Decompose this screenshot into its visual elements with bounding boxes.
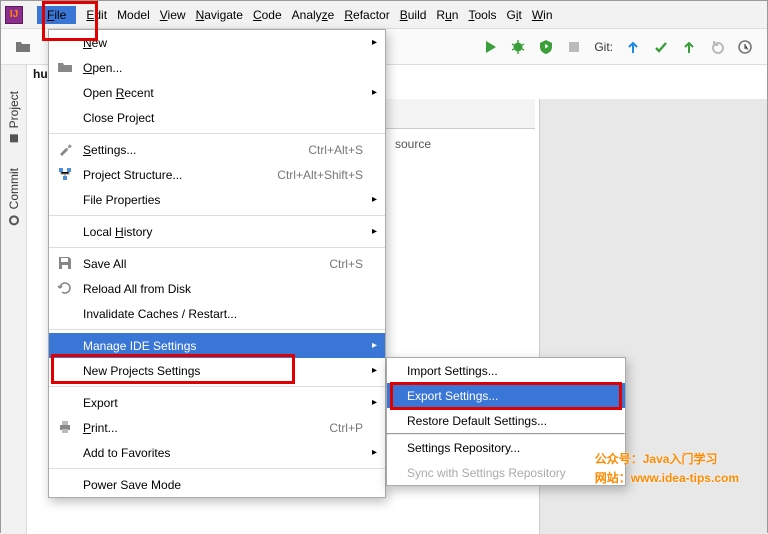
menu-tools[interactable]: Tools: [468, 8, 496, 22]
menu-file[interactable]: File: [37, 6, 76, 24]
git-history-icon[interactable]: [709, 39, 725, 55]
debug-icon[interactable]: [510, 39, 526, 55]
menu-refactor[interactable]: Refactor: [344, 8, 389, 22]
menu-item-manage-ide-settings[interactable]: Manage IDE Settings▸: [49, 333, 385, 358]
coverage-icon[interactable]: [538, 39, 554, 55]
menu-item-power-save[interactable]: Power Save Mode: [49, 472, 385, 497]
menu-window[interactable]: Win: [532, 8, 553, 22]
menu-item-add-favorites[interactable]: Add to Favorites▸: [49, 440, 385, 465]
menu-item-new-projects-settings[interactable]: New Projects Settings▸: [49, 358, 385, 383]
submenu-export-settings[interactable]: Export Settings...: [387, 383, 625, 408]
menu-item-open-recent[interactable]: Open Recent▸: [49, 80, 385, 105]
folder-icon: [15, 39, 31, 55]
menu-view[interactable]: View: [160, 8, 186, 22]
menu-run[interactable]: Run: [436, 8, 458, 22]
manage-ide-settings-submenu: Import Settings... Export Settings... Re…: [386, 357, 626, 486]
menu-item-project-structure[interactable]: Project Structure...Ctrl+Alt+Shift+S: [49, 162, 385, 187]
menu-item-save-all[interactable]: Save AllCtrl+S: [49, 251, 385, 276]
menu-model[interactable]: Model: [117, 8, 150, 22]
git-push-icon[interactable]: [681, 39, 697, 55]
rollback-icon[interactable]: [737, 39, 753, 55]
menu-item-invalidate-caches[interactable]: Invalidate Caches / Restart...: [49, 301, 385, 326]
menu-item-open[interactable]: Open...: [49, 55, 385, 80]
folder-open-icon: [57, 59, 73, 75]
menu-item-reload[interactable]: Reload All from Disk: [49, 276, 385, 301]
wrench-icon: [57, 141, 73, 157]
menu-item-settings[interactable]: Settings...Ctrl+Alt+S: [49, 137, 385, 162]
left-gutter: Project Commit: [1, 65, 27, 534]
git-commit-icon[interactable]: [653, 39, 669, 55]
file-menu: New▸ Open... Open Recent▸ Close Project …: [48, 29, 386, 498]
menu-item-close-project[interactable]: Close Project: [49, 105, 385, 130]
git-update-icon[interactable]: [625, 39, 641, 55]
watermark: 公众号：Java入门学习 网站：www.idea-tips.com: [595, 450, 739, 488]
breadcrumb: hu: [33, 67, 48, 81]
tool-window-commit[interactable]: Commit: [7, 168, 21, 225]
print-icon: [57, 419, 73, 435]
menu-item-export[interactable]: Export▸: [49, 390, 385, 415]
menu-item-new[interactable]: New▸: [49, 30, 385, 55]
editor-source-text: source: [395, 137, 431, 151]
menu-edit[interactable]: Edit: [86, 8, 107, 22]
save-icon: [57, 255, 73, 271]
submenu-import-settings[interactable]: Import Settings...: [387, 358, 625, 383]
menubar: IJ File Edit Model View Navigate Code An…: [1, 1, 767, 29]
submenu-restore-default[interactable]: Restore Default Settings...: [387, 408, 625, 433]
menu-navigate[interactable]: Navigate: [196, 8, 243, 22]
menu-item-local-history[interactable]: Local History▸: [49, 219, 385, 244]
submenu-settings-repository[interactable]: Settings Repository...: [387, 435, 625, 460]
menu-item-print[interactable]: Print...Ctrl+P: [49, 415, 385, 440]
git-label: Git:: [594, 40, 613, 54]
stop-icon[interactable]: [566, 39, 582, 55]
menu-item-file-properties[interactable]: File Properties▸: [49, 187, 385, 212]
submenu-sync-repository: Sync with Settings Repository: [387, 460, 625, 485]
menu-build[interactable]: Build: [400, 8, 427, 22]
menu-analyze[interactable]: Analyze: [292, 8, 335, 22]
run-icon[interactable]: [482, 39, 498, 55]
menu-code[interactable]: Code: [253, 8, 282, 22]
menu-git[interactable]: Git: [506, 8, 521, 22]
reload-icon: [57, 280, 73, 296]
tool-window-project[interactable]: Project: [7, 91, 21, 142]
structure-icon: [57, 166, 73, 182]
app-icon: IJ: [5, 6, 23, 24]
